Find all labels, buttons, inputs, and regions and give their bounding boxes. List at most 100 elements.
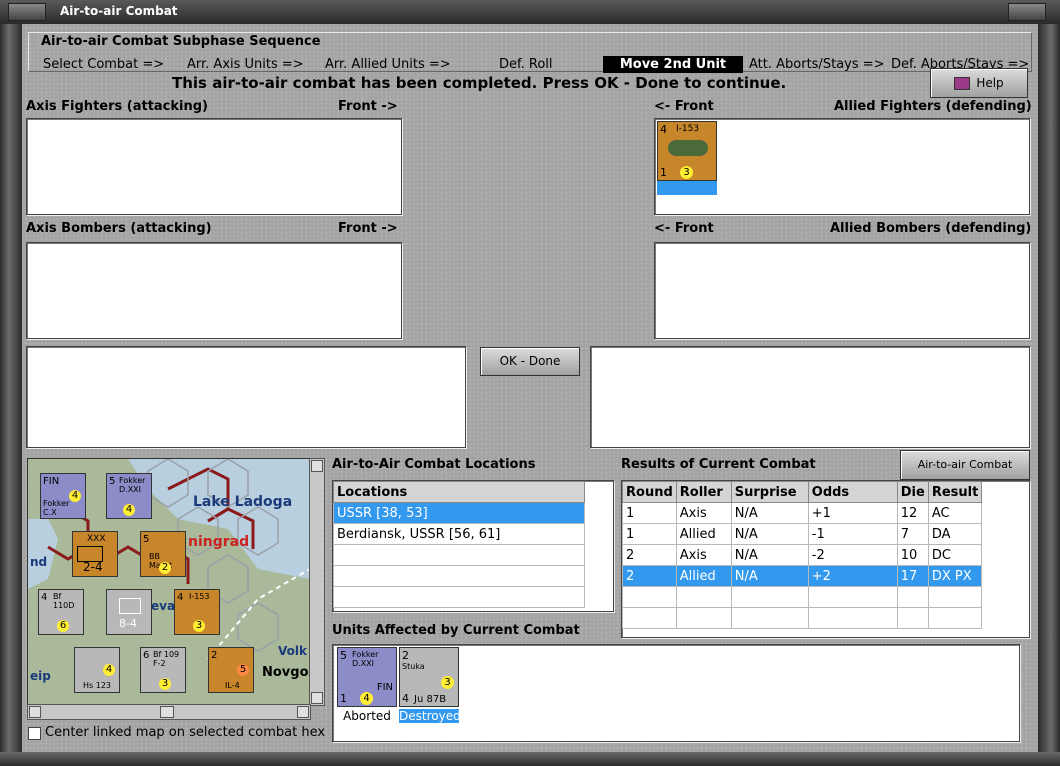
seq-step-move-2nd-unit: Move 2nd Unit bbox=[603, 56, 743, 73]
location-row[interactable] bbox=[333, 586, 585, 608]
counter-name: I-153 bbox=[189, 592, 210, 601]
locations-list[interactable]: Locations USSR [38, 53] Berdiansk, USSR … bbox=[332, 480, 614, 612]
map-counter-il4[interactable]: 2 IL-4 5 bbox=[208, 647, 254, 693]
title-bar[interactable]: Air-to-air Combat bbox=[0, 0, 1060, 25]
location-row[interactable]: Berdiansk, USSR [56, 61] bbox=[333, 523, 585, 545]
seq-step-arr-allied: Arr. Allied Units => bbox=[325, 57, 451, 72]
counter-top: 2 bbox=[211, 650, 218, 661]
sequence-box: Air-to-air Combat Subphase Sequence Sele… bbox=[28, 32, 1032, 73]
map-vertical-scrollbar[interactable] bbox=[309, 458, 325, 706]
book-icon bbox=[954, 77, 971, 90]
seq-step-select-combat: Select Combat => bbox=[43, 57, 165, 72]
counter-die: 2 bbox=[159, 562, 171, 574]
counter-die: 5 bbox=[237, 664, 249, 676]
map-label-leningrad: ningrad bbox=[188, 534, 250, 550]
allied-fighters-front: <- Front bbox=[654, 99, 714, 114]
allied-info-box bbox=[590, 346, 1030, 448]
allied-bombers-label: Allied Bombers (defending) bbox=[830, 221, 1032, 236]
scroll-thumb[interactable] bbox=[160, 706, 174, 718]
unit-status-aborted: Aborted bbox=[343, 709, 391, 723]
center-map-checkbox[interactable] bbox=[28, 727, 41, 740]
location-cell bbox=[333, 586, 585, 608]
air-combat-chart-button[interactable]: Air-to-air Combat Chart bbox=[900, 450, 1030, 499]
result-cell: -1 bbox=[807, 523, 898, 545]
main-panel: Air-to-air Combat Subphase Sequence Sele… bbox=[22, 24, 1038, 752]
result-row[interactable]: 2 Axis N/A -2 10 DC bbox=[622, 544, 983, 566]
result-cell: 1 bbox=[622, 523, 677, 545]
result-row[interactable]: 2 Allied N/A +2 17 DX PX bbox=[622, 565, 983, 587]
counter-die: 4 bbox=[69, 490, 81, 502]
allied-fighter-counter[interactable]: 4 I-153 1 3 bbox=[657, 121, 717, 195]
help-button[interactable]: Help bbox=[930, 68, 1028, 98]
location-row[interactable]: USSR [38, 53] bbox=[333, 502, 585, 524]
unit-status-destroyed: Destroyed bbox=[399, 709, 461, 723]
result-cell: Allied bbox=[675, 523, 732, 545]
map-counter-i153[interactable]: 4 I-153 3 bbox=[174, 589, 220, 635]
unit-bottom-value: 1 bbox=[340, 692, 347, 705]
seq-step-arr-axis: Arr. Axis Units => bbox=[187, 57, 304, 72]
counter-size: XXX bbox=[87, 534, 106, 544]
counter-name: Fokker D.XXI bbox=[119, 476, 146, 494]
col-round: Round bbox=[622, 481, 677, 503]
window-menu-button[interactable] bbox=[8, 3, 46, 21]
result-row[interactable] bbox=[622, 607, 983, 629]
unit-subtitle: Stuka bbox=[402, 662, 425, 671]
center-map-label: Center linked map on selected combat hex bbox=[45, 725, 326, 740]
affected-title: Units Affected by Current Combat bbox=[332, 623, 580, 638]
col-surprise: Surprise bbox=[730, 481, 809, 503]
locations-title: Air-to-Air Combat Locations bbox=[332, 457, 536, 472]
map-counter-bf110d[interactable]: 4 Bf 110D 6 bbox=[38, 589, 84, 635]
result-row[interactable]: 1 Axis N/A +1 12 AC bbox=[622, 502, 983, 524]
result-cell: AC bbox=[927, 502, 983, 524]
axis-bombers-box[interactable] bbox=[26, 242, 402, 339]
unit-die-value: 3 bbox=[680, 166, 693, 179]
map-counter-corps[interactable]: XXX 2-4 bbox=[72, 531, 118, 577]
result-cell: N/A bbox=[730, 565, 809, 587]
map-counter-bb-marat[interactable]: 5 BB Marat 2 bbox=[140, 531, 186, 577]
map-horizontal-scrollbar[interactable] bbox=[27, 704, 311, 720]
ok-done-button[interactable]: OK - Done bbox=[480, 347, 580, 376]
map-counter-fokker-dxxi[interactable]: 5 Fokker D.XXI 4 bbox=[106, 473, 152, 519]
unit-name: I-153 bbox=[676, 124, 700, 134]
counter-name: Hs 123 bbox=[83, 681, 111, 690]
affected-unit-fokker[interactable]: 5 Fokker D.XXI FIN 1 4 Aborted bbox=[337, 647, 397, 723]
affected-unit-ju87b[interactable]: 2 Stuka Ju 87B 4 3 Destroyed bbox=[399, 647, 461, 723]
result-cell: Axis bbox=[675, 502, 732, 524]
unit-top-value: 4 bbox=[660, 123, 667, 136]
scroll-down-arrow[interactable] bbox=[311, 692, 323, 704]
result-cell: N/A bbox=[730, 523, 809, 545]
results-table[interactable]: Round Roller Surprise Odds Die Result 1A… bbox=[621, 480, 1030, 638]
result-cell: 2 bbox=[622, 544, 677, 566]
result-cell: 7 bbox=[896, 523, 929, 545]
result-cell: 10 bbox=[896, 544, 929, 566]
map-counter-hs123[interactable]: Hs 123 4 bbox=[74, 647, 120, 693]
map-counter-bf109f2[interactable]: 6 Bf 109 F-2 3 bbox=[140, 647, 186, 693]
linked-map[interactable]: Lake Ladoga ningrad Volk Novgo eva nd ei… bbox=[27, 458, 311, 706]
status-message: This air-to-air combat has been complete… bbox=[172, 74, 787, 92]
result-row[interactable] bbox=[622, 586, 983, 608]
frame-right bbox=[1038, 24, 1060, 766]
result-row[interactable]: 1 Allied N/A -1 7 DA bbox=[622, 523, 983, 545]
close-button[interactable] bbox=[1008, 3, 1046, 21]
col-roller: Roller bbox=[675, 481, 732, 503]
unit-top-value: 5 bbox=[340, 649, 347, 662]
scroll-right-arrow[interactable] bbox=[297, 706, 309, 718]
col-result: Result bbox=[927, 481, 983, 503]
affected-units-box: 5 Fokker D.XXI FIN 1 4 Aborted 2 Stuka J… bbox=[332, 644, 1020, 742]
allied-fighters-box[interactable]: 4 I-153 1 3 bbox=[654, 118, 1030, 215]
counter-top: 5 bbox=[109, 476, 116, 487]
location-row[interactable] bbox=[333, 544, 585, 566]
location-row[interactable] bbox=[333, 565, 585, 587]
scroll-left-arrow[interactable] bbox=[29, 706, 41, 718]
axis-fighters-front: Front -> bbox=[338, 99, 398, 114]
counter-strength: 2-4 bbox=[83, 560, 103, 574]
seq-step-att-aborts: Att. Aborts/Stays => bbox=[749, 57, 885, 72]
axis-fighters-box[interactable] bbox=[26, 118, 402, 215]
counter-die: 3 bbox=[193, 620, 205, 632]
scroll-up-arrow[interactable] bbox=[311, 460, 323, 472]
axis-bombers-label: Axis Bombers (attacking) bbox=[26, 221, 212, 236]
allied-bombers-box[interactable] bbox=[654, 242, 1030, 339]
unit-type-icon bbox=[119, 598, 141, 614]
map-counter-fokker-cx[interactable]: FIN Fokker C.X 4 bbox=[40, 473, 86, 519]
map-counter-army[interactable]: 8-4 bbox=[106, 589, 152, 635]
